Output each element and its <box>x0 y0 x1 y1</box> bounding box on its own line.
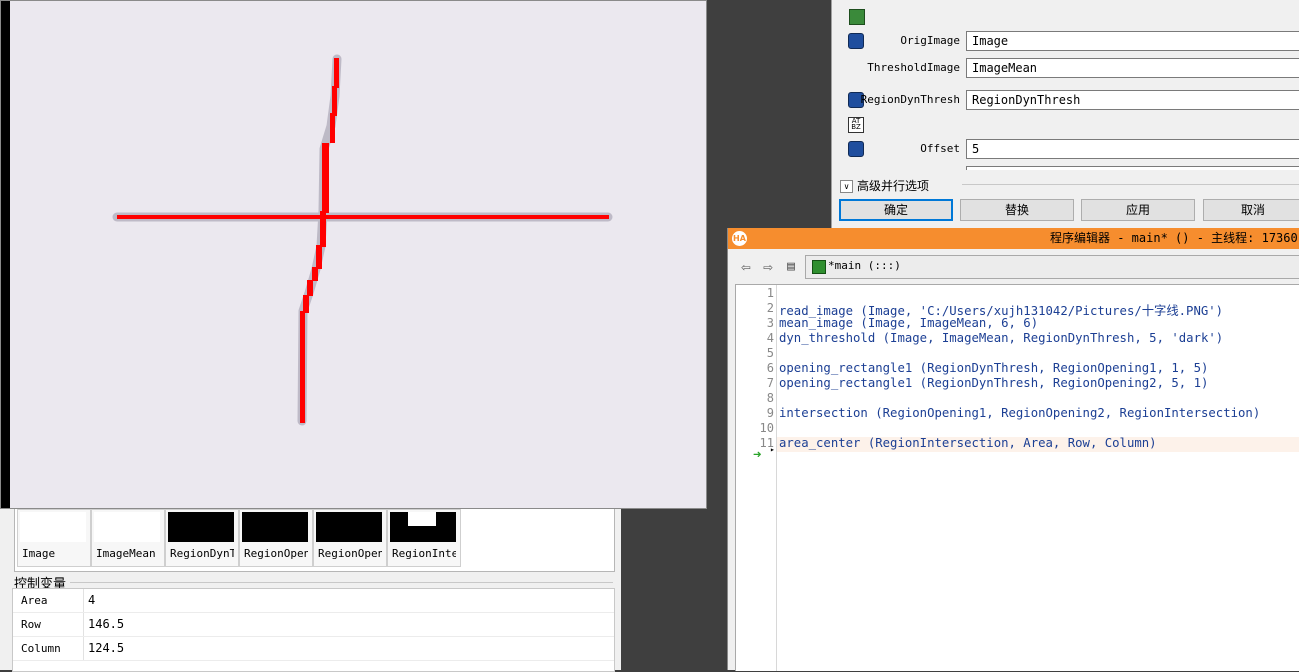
param-field-regiondynthresh[interactable]: RegionDynThresh <box>966 90 1299 110</box>
line-number: 1 <box>766 286 774 300</box>
line-number: 8 <box>766 391 774 405</box>
image-cross-shadow <box>112 54 613 426</box>
param-label-origimage: OrigImage <box>900 34 960 47</box>
advanced-parallel-toggle[interactable]: ∨ 高级并行选项 <box>840 177 929 194</box>
thumb-label: ImageMean <box>96 547 156 560</box>
iconic-variables-panel: Image ImageMean RegionDynThresh RegionOp… <box>14 509 615 572</box>
insert-cursor-icon: ▸ <box>770 445 775 454</box>
code-area[interactable]: 1 2 3 4 5 6 7 8 9 10 11 ➜ ▸ read_image (… <box>735 284 1299 671</box>
thumb-label: Image <box>22 547 56 560</box>
code-line[interactable]: intersection (RegionOpening1, RegionOpen… <box>779 406 1260 420</box>
operator-dialog: OrigImage Image ThresholdImage ImageMean… <box>831 0 1299 228</box>
editor-title: 程序编辑器 - main* () - 主线程: 17360 <box>1050 231 1298 245</box>
var-thumb-regionopening2[interactable]: RegionOpening2 <box>313 509 387 567</box>
param-label-offset: Offset <box>920 142 960 155</box>
line-number: 4 <box>766 331 774 345</box>
var-thumb-image[interactable]: Image <box>17 509 91 567</box>
thumb-label: RegionDynThresh <box>170 547 234 560</box>
divider <box>962 184 1299 185</box>
line-number: 6 <box>766 361 774 375</box>
back-arrow-icon[interactable]: ⇦ <box>737 258 755 276</box>
var-thumb-regionintersection[interactable]: RegionIntersection <box>387 509 461 567</box>
line-number: 9 <box>766 406 774 420</box>
chevron-down-icon: ∨ <box>840 180 853 193</box>
forward-arrow-icon[interactable]: ⇨ <box>759 258 777 276</box>
thumbnail-image <box>94 512 160 542</box>
control-param-icon: AT BZ <box>848 117 864 133</box>
program-editor: HA 程序编辑器 - main* () - 主线程: 17360 ⇦ ⇨ ▤ *… <box>727 228 1299 671</box>
pc-arrow-icon: ➜ <box>753 447 762 463</box>
variable-window: Image ImageMean RegionDynThresh RegionOp… <box>0 509 621 672</box>
var-thumb-regiondynthresh[interactable]: RegionDynThresh <box>165 509 239 567</box>
var-thumb-regionopening1[interactable]: RegionOpening1 <box>239 509 313 567</box>
region-dyn-thresh <box>117 58 609 423</box>
thumbnail-image <box>242 512 308 542</box>
control-value: 4 <box>88 593 96 607</box>
control-row[interactable]: Column 124.5 <box>13 637 614 661</box>
graphics-canvas[interactable] <box>1 1 708 510</box>
procedure-icon <box>812 260 826 274</box>
param-field-origimage[interactable]: Image <box>966 31 1299 51</box>
editor-titlebar[interactable]: HA 程序编辑器 - main* () - 主线程: 17360 <box>728 228 1299 249</box>
apply-button[interactable]: 应用 <box>1081 199 1195 221</box>
param-label-thresholdimage: ThresholdImage <box>867 61 960 74</box>
thumbnail-image <box>20 512 86 542</box>
thumb-label: RegionIntersection <box>392 547 456 560</box>
control-value: 124.5 <box>88 641 125 655</box>
control-value: 146.5 <box>88 617 125 631</box>
code-line[interactable]: mean_image (Image, ImageMean, 6, 6) <box>779 316 1038 330</box>
divider <box>70 582 613 583</box>
thumbnail-image <box>316 512 382 542</box>
line-number: 10 <box>759 421 774 435</box>
line-gutter: 1 2 3 4 5 6 7 8 9 10 11 ➜ ▸ <box>736 285 777 671</box>
control-name: Row <box>13 613 84 636</box>
clipboard-icon[interactable]: ▤ <box>782 258 800 276</box>
thumbnail-image <box>390 512 456 542</box>
replace-button[interactable]: 替换 <box>960 199 1074 221</box>
procedure-selector[interactable]: *main (:::) <box>805 255 1299 279</box>
var-thumb-imagemean[interactable]: ImageMean <box>91 509 165 567</box>
line-number: 3 <box>766 316 774 330</box>
procedure-label: *main (:::) <box>828 259 901 272</box>
control-variables-table: Area 4 Row 146.5 Column 124.5 <box>12 588 615 672</box>
ok-button[interactable]: 确定 <box>839 199 953 221</box>
advanced-label: 高级并行选项 <box>857 179 930 193</box>
code-line[interactable]: opening_rectangle1 (RegionDynThresh, Reg… <box>779 376 1208 390</box>
code-line[interactable]: opening_rectangle1 (RegionDynThresh, Reg… <box>779 361 1208 375</box>
control-name: Area <box>13 589 84 612</box>
thumb-label: RegionOpening2 <box>318 547 382 560</box>
thumbnail-image <box>168 512 234 542</box>
line-number: 2 <box>766 301 774 315</box>
control-row[interactable]: Area 4 <box>13 589 614 613</box>
line-number: 5 <box>766 346 774 360</box>
thumb-label: RegionOpening1 <box>244 547 308 560</box>
intersection-white-box <box>408 512 436 526</box>
editor-toolbar: ⇦ ⇨ ▤ *main (:::) <box>728 249 1299 284</box>
graphics-window[interactable] <box>0 0 707 509</box>
cancel-button[interactable]: 取消 <box>1203 199 1299 221</box>
param-label-regiondynthresh: RegionDynThresh <box>860 93 960 106</box>
code-line[interactable]: dyn_threshold (Image, ImageMean, RegionD… <box>779 331 1223 345</box>
halcon-logo-icon: HA <box>732 231 747 246</box>
code-line[interactable]: area_center (RegionIntersection, Area, R… <box>779 436 1157 450</box>
control-row[interactable]: Row 146.5 <box>13 613 614 637</box>
param-field-thresholdimage[interactable]: ImageMean <box>966 58 1299 78</box>
param-field-cut <box>966 166 1299 170</box>
image-icon <box>849 9 865 25</box>
param-field-offset[interactable]: 5 <box>966 139 1299 159</box>
line-number: 7 <box>766 376 774 390</box>
control-name: Column <box>13 637 84 660</box>
